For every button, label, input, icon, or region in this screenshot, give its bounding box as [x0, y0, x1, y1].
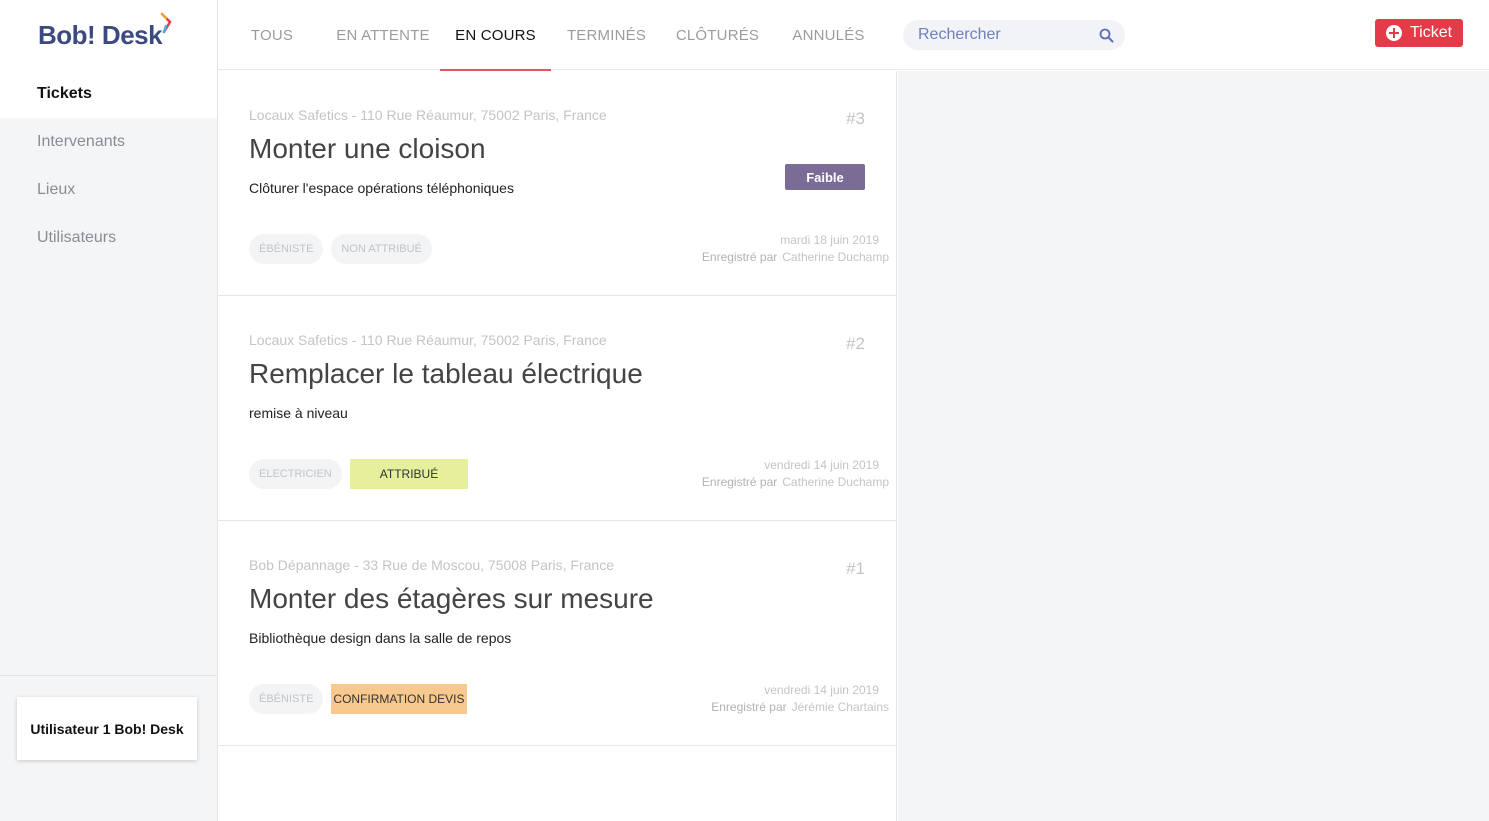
registered-by: Catherine Duchamp	[782, 475, 889, 489]
brand-name: Bob! Desk	[38, 19, 163, 50]
logo-area: Bob! Desk	[0, 0, 217, 70]
trade-tag: ÉBÉNISTE	[249, 234, 324, 264]
ticket-description: Bibliothèque design dans la salle de rep…	[249, 630, 512, 646]
ticket-description: Clôturer l'espace opérations téléphoniqu…	[249, 180, 514, 196]
sidebar-item-label: Intervenants	[37, 133, 126, 150]
status-badge: ATTRIBUÉ	[349, 459, 469, 489]
registered-label: Enregistré par	[701, 250, 778, 264]
tab-tous[interactable]: TOUS	[218, 0, 326, 70]
tab-en-attente[interactable]: EN ATTENTE	[326, 0, 440, 70]
sidebar-item-label: Lieux	[37, 181, 76, 198]
search-box	[903, 20, 1125, 50]
ticket-detail-pane	[898, 71, 1489, 821]
ticket-address: Locaux Safetics - 110 Rue Réaumur, 75002…	[249, 107, 607, 123]
ticket-list: Locaux Safetics - 110 Rue Réaumur, 75002…	[218, 71, 897, 821]
sidebar-item-intervenants[interactable]: Intervenants	[0, 118, 217, 166]
new-ticket-button[interactable]: Ticket	[1375, 19, 1463, 47]
ticket-registered: Enregistré par Catherine Duchamp	[702, 475, 889, 489]
sidebar-item-lieux[interactable]: Lieux	[0, 166, 217, 214]
ticket-address: Locaux Safetics - 110 Rue Réaumur, 75002…	[249, 332, 607, 348]
ticket-tags: ÉBÉNISTE CONFIRMATION DEVIS	[249, 684, 467, 714]
search-input[interactable]	[918, 26, 1088, 44]
ticket-date: mardi 18 juin 2019	[780, 233, 879, 247]
ticket-number: #3	[846, 109, 865, 128]
ticket-address: Bob Dépannage - 33 Rue de Moscou, 75008 …	[249, 557, 615, 573]
ticket-card[interactable]: Bob Dépannage - 33 Rue de Moscou, 75008 …	[218, 521, 896, 746]
tab-annules[interactable]: ANNULÉS	[773, 0, 884, 70]
ticket-card[interactable]: Locaux Safetics - 110 Rue Réaumur, 75002…	[218, 71, 896, 296]
ticket-registered: Enregistré par Catherine Duchamp	[702, 250, 889, 264]
search-icon[interactable]	[1099, 28, 1114, 43]
trade-tag: ELECTRICIEN	[249, 459, 342, 489]
sidebar-item-tickets[interactable]: Tickets	[0, 70, 217, 118]
ticket-title: Remplacer le tableau électrique	[249, 358, 643, 389]
sidebar-item-utilisateurs[interactable]: Utilisateurs	[0, 214, 217, 262]
status-badge: NON ATTRIBUÉ	[331, 234, 432, 264]
brand-logo[interactable]: Bob! Desk	[38, 12, 172, 51]
ticket-tags: ÉBÉNISTE NON ATTRIBUÉ	[249, 234, 432, 264]
trade-tag: ÉBÉNISTE	[249, 684, 324, 714]
sidebar-item-label: Tickets	[37, 85, 92, 102]
ticket-description: remise à niveau	[249, 405, 348, 421]
ticket-title: Monter des étagères sur mesure	[249, 583, 654, 614]
new-ticket-label: Ticket	[1409, 24, 1453, 41]
ticket-registered: Enregistré par Jérémie Chartains	[711, 700, 889, 714]
ticket-card[interactable]: Locaux Safetics - 110 Rue Réaumur, 75002…	[218, 296, 896, 521]
ticket-date: vendredi 14 juin 2019	[764, 683, 879, 697]
sidebar-item-label: Utilisateurs	[37, 229, 117, 246]
registered-by: Jérémie Chartains	[791, 700, 889, 714]
status-badge: CONFIRMATION DEVIS	[331, 684, 467, 714]
registered-by: Catherine Duchamp	[782, 250, 889, 264]
sidebar-footer: Utilisateur 1 Bob! Desk	[0, 675, 217, 821]
registered-label: Enregistré par	[701, 475, 778, 489]
app-root: Bob! Desk Tickets Intervenants Lieux Uti…	[0, 0, 1489, 821]
top-bar: TOUS EN ATTENTE EN COURS TERMINÉS CLÔTUR…	[218, 0, 1489, 71]
tab-clotures[interactable]: CLÔTURÉS	[662, 0, 773, 70]
ticket-title: Monter une cloison	[249, 133, 486, 164]
sidebar-nav: Tickets Intervenants Lieux Utilisateurs	[0, 70, 217, 262]
plus-circle-icon	[1385, 25, 1402, 41]
ticket-date: vendredi 14 juin 2019	[764, 458, 879, 472]
tab-en-cours[interactable]: EN COURS	[440, 0, 551, 71]
tab-termines[interactable]: TERMINÉS	[551, 0, 662, 70]
ticket-number: #2	[846, 334, 865, 353]
sidebar: Bob! Desk Tickets Intervenants Lieux Uti…	[0, 0, 218, 821]
current-user-button[interactable]: Utilisateur 1 Bob! Desk	[17, 697, 197, 760]
status-tabs: TOUS EN ATTENTE EN COURS TERMINÉS CLÔTUR…	[218, 0, 884, 71]
ticket-tags: ELECTRICIEN ATTRIBUÉ	[249, 459, 469, 489]
logo-flag-icon	[160, 12, 172, 33]
ticket-number: #1	[846, 559, 865, 578]
registered-label: Enregistré par	[711, 700, 787, 714]
priority-badge: Faible	[785, 164, 865, 190]
